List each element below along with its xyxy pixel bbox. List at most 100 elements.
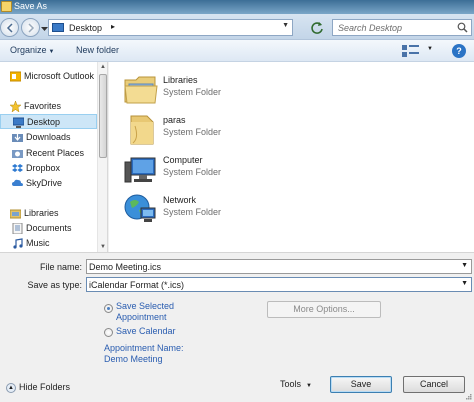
- dropbox-icon: [12, 164, 23, 172]
- file-name: paras: [163, 115, 186, 125]
- nav-item-microsoft-outlook[interactable]: Microsoft Outlook: [0, 69, 97, 84]
- chevron-down-icon[interactable]: ▼: [461, 280, 468, 287]
- save-selected-label-line-1[interactable]: Save Selected: [116, 301, 174, 312]
- save-calendar-label[interactable]: Save Calendar: [116, 326, 176, 337]
- tools-label: Tools: [280, 379, 302, 389]
- nav-item-label: Recent Places: [26, 148, 85, 158]
- nav-item-libraries[interactable]: Libraries: [0, 206, 97, 221]
- skydrive-icon: [12, 179, 23, 186]
- chevron-down-icon: [41, 27, 48, 31]
- breadcrumb-chevron-icon[interactable]: ▸: [111, 22, 115, 31]
- organize-button[interactable]: Organize ▼: [10, 45, 54, 55]
- user-folder-icon: [130, 115, 154, 145]
- command-toolbar: Organize ▼ New folder ▼ ?: [0, 40, 474, 62]
- cancel-button[interactable]: Cancel: [403, 376, 465, 393]
- libraries-folder-icon: [124, 76, 158, 104]
- address-row: Desktop ▸ ▼ Search Desktop: [0, 14, 474, 40]
- file-type: System Folder: [163, 127, 222, 137]
- nav-item-label: Dropbox: [26, 163, 61, 173]
- chevron-down-icon[interactable]: ▼: [461, 262, 468, 269]
- nav-item-label: SkyDrive: [26, 178, 63, 188]
- downloads-icon: [12, 134, 23, 142]
- network-icon: [124, 194, 156, 222]
- forward-button[interactable]: [21, 18, 40, 37]
- file-type: System Folder: [163, 167, 222, 177]
- hide-folders-button[interactable]: ▲ Hide Folders: [6, 382, 70, 393]
- nav-item-downloads[interactable]: Downloads: [0, 130, 97, 145]
- folder-icon: [1, 1, 12, 12]
- nav-item-desktop[interactable]: Desktop: [0, 114, 97, 129]
- nav-item-documents[interactable]: Documents: [0, 221, 97, 236]
- title-bar: Save As: [0, 0, 474, 14]
- refresh-icon[interactable]: [309, 20, 325, 36]
- scroll-down-icon[interactable]: ▼: [100, 244, 106, 250]
- nav-item-label: Documents: [26, 223, 72, 233]
- nav-item-label: Downloads: [26, 132, 71, 142]
- address-dropdown-icon[interactable]: ▼: [282, 22, 289, 29]
- nav-item-music[interactable]: Music: [0, 236, 97, 251]
- navigation-pane: Microsoft Outlook Favorites Desktop Down…: [0, 62, 108, 252]
- nav-item-favorites[interactable]: Favorites: [0, 99, 97, 114]
- chevron-up-icon: ▲: [6, 382, 16, 393]
- nav-item-recent-places[interactable]: Recent Places: [0, 146, 97, 161]
- appointment-name-value: Demo Meeting: [104, 354, 163, 364]
- file-type: System Folder: [163, 87, 222, 97]
- back-button[interactable]: [0, 18, 19, 37]
- save-selected-label-line-2[interactable]: Appointment: [116, 312, 167, 323]
- scroll-up-icon[interactable]: ▲: [100, 64, 106, 70]
- nav-item-label: Microsoft Outlook: [24, 71, 95, 81]
- file-list: Libraries System Folder paras System Fol…: [109, 62, 474, 252]
- music-icon: [13, 238, 23, 249]
- nav-item-skydrive[interactable]: SkyDrive: [0, 176, 97, 191]
- view-options-dropdown-icon[interactable]: ▼: [427, 46, 433, 52]
- star-icon: [10, 101, 21, 112]
- save-as-type-label: Save as type:: [27, 280, 82, 290]
- list-item[interactable]: paras System Folder: [123, 110, 323, 146]
- nav-item-dropbox[interactable]: Dropbox: [0, 161, 97, 176]
- change-view-icon[interactable]: [401, 44, 423, 58]
- file-name-input[interactable]: Demo Meeting.ics: [89, 262, 161, 272]
- outlook-icon: [10, 71, 21, 82]
- file-type: System Folder: [163, 207, 222, 217]
- new-folder-button[interactable]: New folder: [76, 45, 119, 55]
- recent-places-icon: [12, 150, 23, 158]
- scrollbar-thumb[interactable]: [99, 74, 107, 158]
- tools-menu[interactable]: Tools ▼: [280, 379, 312, 389]
- search-box[interactable]: Search Desktop: [332, 19, 472, 36]
- organize-label: Organize: [10, 45, 47, 55]
- resize-grip-icon[interactable]: [464, 392, 472, 400]
- file-name-field[interactable]: Demo Meeting.ics ▼: [86, 259, 472, 274]
- documents-icon: [12, 223, 23, 234]
- search-icon[interactable]: [457, 22, 468, 33]
- nav-item-label: Favorites: [24, 101, 62, 111]
- desktop-icon: [52, 23, 64, 32]
- list-item[interactable]: Libraries System Folder: [123, 70, 323, 106]
- save-options-panel: File name: Demo Meeting.ics ▼ Save as ty…: [0, 252, 474, 402]
- nav-item-label: Music: [26, 238, 50, 248]
- save-as-type-value[interactable]: iCalendar Format (*.ics): [89, 280, 185, 290]
- more-options-button[interactable]: More Options...: [267, 301, 381, 318]
- save-selected-appointment-radio[interactable]: [104, 304, 113, 313]
- save-calendar-radio[interactable]: [104, 328, 113, 337]
- file-name: Computer: [163, 155, 203, 165]
- navigation-scrollbar[interactable]: ▲ ▼: [97, 62, 107, 252]
- address-bar[interactable]: Desktop ▸ ▼: [48, 19, 293, 36]
- file-name: Libraries: [163, 75, 198, 85]
- list-item[interactable]: Network System Folder: [123, 190, 323, 226]
- save-as-type-select[interactable]: iCalendar Format (*.ics) ▼: [86, 277, 472, 292]
- back-arrow-icon: [6, 23, 13, 33]
- chevron-down-icon: ▼: [306, 383, 312, 389]
- file-name-label: File name:: [39, 262, 82, 272]
- forward-arrow-icon: [28, 23, 35, 33]
- file-name: Network: [163, 195, 197, 205]
- computer-icon: [124, 157, 156, 183]
- save-button[interactable]: Save: [330, 376, 392, 393]
- nav-item-label: Desktop: [27, 117, 61, 127]
- list-item[interactable]: Computer System Folder: [123, 150, 323, 186]
- recent-pages-dropdown[interactable]: [41, 24, 48, 34]
- appointment-name-label: Appointment Name:: [104, 343, 184, 353]
- chevron-down-icon: ▼: [48, 49, 55, 55]
- search-input[interactable]: Search Desktop: [338, 23, 402, 33]
- help-icon[interactable]: ?: [452, 44, 466, 58]
- address-location[interactable]: Desktop: [69, 23, 102, 33]
